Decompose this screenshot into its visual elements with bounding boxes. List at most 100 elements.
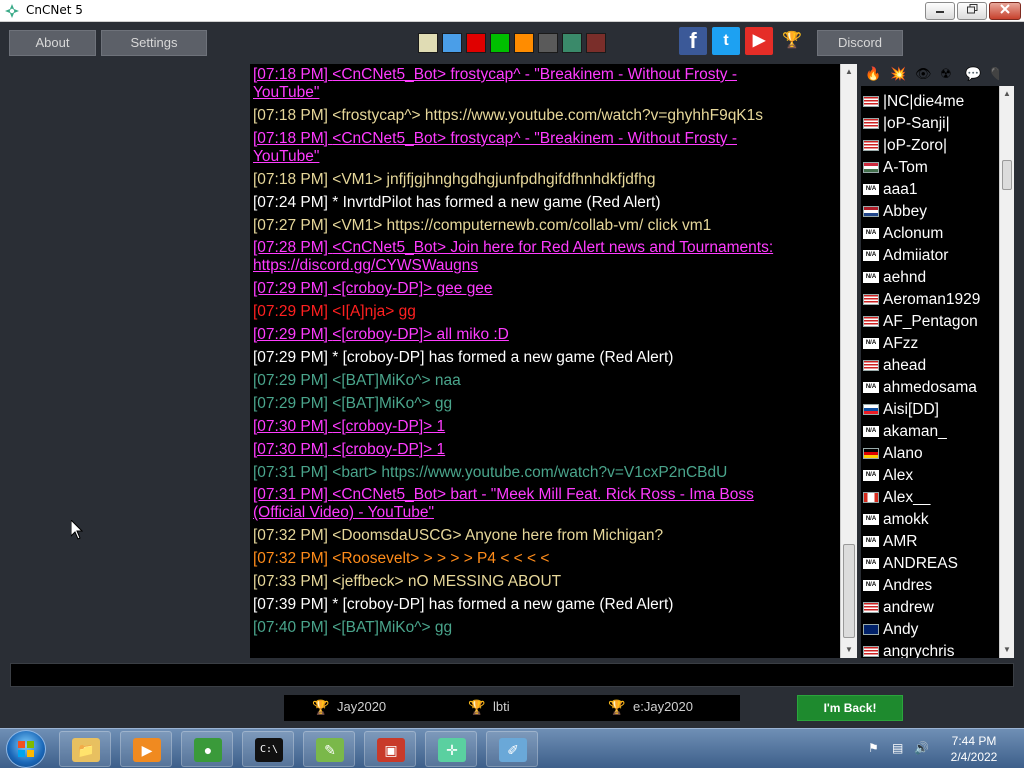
chat-text: <[croboy-DP]> gee gee	[332, 280, 493, 298]
taskbar-command-prompt-button[interactable]: C:\	[242, 731, 294, 767]
system-clock[interactable]: 7:44 PM 2/4/2022	[946, 733, 1002, 765]
flag-us-icon	[863, 602, 879, 613]
user-list-item[interactable]: N/A ANDREAS	[863, 554, 999, 576]
facebook-button[interactable]: f	[679, 27, 707, 55]
ladder-player-name[interactable]: lbti	[493, 699, 510, 714]
taskbar-explorer-button[interactable]: 📁	[59, 731, 111, 767]
command-prompt-icon: C:\	[255, 738, 283, 762]
color-swatch[interactable]	[442, 33, 462, 53]
volume-icon[interactable]: 🔊	[914, 741, 929, 755]
user-list-item[interactable]: N/A aehnd	[863, 268, 999, 290]
chat-message[interactable]: [07:29 PM] <[croboy-DP]> all miko :D	[253, 326, 833, 344]
user-list-item[interactable]: N/A AMR	[863, 532, 999, 554]
scroll-down-icon[interactable]: ▼	[841, 642, 857, 658]
user-filter-icon[interactable]: 👁	[915, 66, 932, 82]
user-list-item[interactable]: Aeroman1929	[863, 290, 999, 312]
user-list-item[interactable]: Aisi[DD]	[863, 400, 999, 422]
taskbar-cncnet-button[interactable]: ✛	[425, 731, 477, 767]
user-list-item[interactable]: angrychris	[863, 642, 999, 658]
about-button[interactable]: About	[9, 30, 96, 56]
user-list-item[interactable]: AF_Pentagon	[863, 312, 999, 334]
user-list-item[interactable]: N/A Aclonum	[863, 224, 999, 246]
user-filter-icon[interactable]: 🔥	[865, 66, 881, 82]
close-button[interactable]	[989, 2, 1021, 20]
user-list-item[interactable]: ahead	[863, 356, 999, 378]
chat-text: <CnCNet5_Bot> frostycap^ - "Breakinem - …	[332, 129, 737, 147]
user-filter-icon[interactable]: 💬	[965, 66, 981, 82]
chat-timestamp: [07:39 PM]	[253, 596, 328, 613]
user-list-item[interactable]: |oP-Zoro|	[863, 136, 999, 158]
taskbar-toolbox-button[interactable]: ▣	[364, 731, 416, 767]
taskbar-notepad-plus-button[interactable]: ✎	[303, 731, 355, 767]
toolbox-icon: ▣	[377, 738, 405, 762]
user-list-item[interactable]: N/A akaman_	[863, 422, 999, 444]
taskbar-media-player-button[interactable]: ▶	[120, 731, 172, 767]
userlist-scrollbar[interactable]: ▲ ▼	[999, 86, 1014, 658]
userlist-scroll-thumb[interactable]	[1002, 160, 1012, 190]
discord-button[interactable]: Discord	[817, 30, 903, 56]
user-list-item[interactable]: Abbey	[863, 202, 999, 224]
im-back-button[interactable]: I'm Back!	[797, 695, 903, 721]
chat-input[interactable]	[10, 663, 1014, 687]
user-name: angrychris	[883, 643, 955, 658]
user-list-item[interactable]: Alano	[863, 444, 999, 466]
taskbar-notepad-button[interactable]: ✐	[486, 731, 538, 767]
user-list-item[interactable]: |NC|die4me	[863, 92, 999, 114]
color-swatch[interactable]	[538, 33, 558, 53]
user-list-item[interactable]: N/A aaa1	[863, 180, 999, 202]
user-list-item[interactable]: Andy	[863, 620, 999, 642]
ladder-trophy-button[interactable]: 🏆	[778, 27, 806, 55]
user-list-item[interactable]: Alex__	[863, 488, 999, 510]
chat-message[interactable]: [07:18 PM] <CnCNet5_Bot> frostycap^ - "B…	[253, 66, 833, 102]
chat-scrollbar[interactable]: ▲ ▼	[840, 64, 857, 658]
user-filter-bar: 🔥 💥 👁 ☢ 💬 🖤	[861, 64, 999, 86]
notepad-plus-icon: ✎	[316, 738, 344, 762]
maximize-button[interactable]	[957, 2, 987, 20]
chat-message[interactable]: [07:31 PM] <CnCNet5_Bot> bart - "Meek Mi…	[253, 486, 833, 522]
taskbar-chrome-button[interactable]: ●	[181, 731, 233, 767]
chat-message[interactable]: [07:30 PM] <[croboy-DP]> 1	[253, 441, 833, 459]
chat-message[interactable]: [07:29 PM] <[croboy-DP]> gee gee	[253, 280, 833, 298]
user-list-item[interactable]: N/A Admiiator	[863, 246, 999, 268]
flag-us-icon	[863, 316, 879, 327]
scroll-down-icon[interactable]: ▼	[1000, 642, 1014, 658]
user-filter-icon[interactable]: ☢	[940, 66, 952, 82]
chat-scroll-thumb[interactable]	[843, 544, 855, 638]
youtube-button[interactable]: ▶	[745, 27, 773, 55]
color-swatch[interactable]	[562, 33, 582, 53]
start-button[interactable]	[6, 730, 46, 768]
user-list-item[interactable]: N/A Alex	[863, 466, 999, 488]
user-list-item[interactable]: N/A amokk	[863, 510, 999, 532]
user-list-item[interactable]: N/A ahmedosama	[863, 378, 999, 400]
chat-message[interactable]: [07:28 PM] <CnCNet5_Bot> Join here for R…	[253, 239, 833, 275]
settings-button[interactable]: Settings	[101, 30, 207, 56]
chrome-icon: ●	[194, 738, 222, 762]
notepad-icon: ✐	[499, 738, 527, 762]
action-center-icon[interactable]: ⚑	[868, 741, 879, 755]
color-swatch[interactable]	[466, 33, 486, 53]
scroll-up-icon[interactable]: ▲	[1000, 86, 1014, 102]
user-filter-icon[interactable]: 🖤	[990, 66, 999, 82]
user-list-item[interactable]: andrew	[863, 598, 999, 620]
user-list-item[interactable]: N/A Andres	[863, 576, 999, 598]
ladder-player-name[interactable]: Jay2020	[337, 699, 386, 714]
user-filter-icon[interactable]: 💥	[890, 66, 906, 82]
flag-us-icon	[863, 360, 879, 371]
user-list-item[interactable]: N/A AFzz	[863, 334, 999, 356]
chat-text: <frostycap^> https://www.youtube.com/wat…	[332, 106, 764, 124]
color-swatch[interactable]	[490, 33, 510, 53]
mouse-cursor-icon	[71, 520, 83, 540]
user-list-item[interactable]: |oP-Sanji|	[863, 114, 999, 136]
color-swatch[interactable]	[418, 33, 438, 53]
color-swatch[interactable]	[586, 33, 606, 53]
user-list-item[interactable]: A-Tom	[863, 158, 999, 180]
color-swatch[interactable]	[514, 33, 534, 53]
chat-timestamp: [07:29 PM]	[253, 280, 328, 298]
minimize-button[interactable]	[925, 2, 955, 20]
chat-message[interactable]: [07:18 PM] <CnCNet5_Bot> frostycap^ - "B…	[253, 130, 833, 166]
twitter-button[interactable]: t	[712, 27, 740, 55]
scroll-up-icon[interactable]: ▲	[841, 64, 857, 80]
ladder-player-name[interactable]: e:Jay2020	[633, 699, 693, 714]
chat-message[interactable]: [07:30 PM] <[croboy-DP]> 1	[253, 418, 833, 436]
network-icon[interactable]: ▤	[892, 741, 903, 755]
